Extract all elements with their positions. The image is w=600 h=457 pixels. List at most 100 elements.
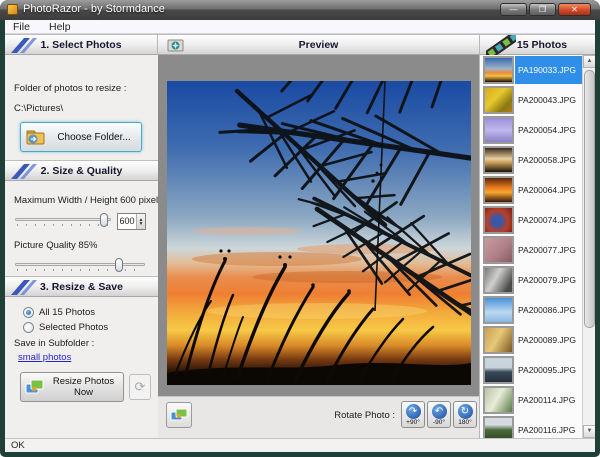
photo-filename-box[interactable]: PA200095.JPG (515, 356, 582, 384)
photo-thumbnail[interactable] (483, 206, 514, 234)
radio-button-icon[interactable] (23, 322, 34, 333)
scrollbar[interactable]: ▲ ▼ (582, 55, 595, 438)
photo-thumbnail[interactable] (483, 86, 514, 114)
photo-filename-box[interactable]: PA200064.JPG (515, 176, 582, 204)
slider-track[interactable] (15, 218, 111, 221)
header-photo-count: 15 Photos (480, 34, 595, 55)
choose-folder-button[interactable]: Choose Folder... (20, 122, 142, 152)
radio-selected-photos[interactable]: Selected Photos (23, 322, 108, 333)
photo-thumbnail[interactable] (483, 326, 514, 354)
photo-filename-box[interactable]: PA200086.JPG (515, 296, 582, 324)
menu-bar: File Help (5, 20, 595, 34)
refresh-button[interactable]: ⟳ (129, 374, 151, 400)
photo-thumbnail[interactable] (483, 296, 514, 324)
photo-list-item[interactable]: PA200116.JPG (480, 415, 582, 438)
menu-file[interactable]: File (5, 20, 38, 34)
radio-all-photos[interactable]: All 15 Photos (23, 307, 95, 318)
app-window: PhotoRazor - by Stormdance — ❐ ✕ File He… (0, 0, 600, 457)
rotate-plus90-label: +90° (402, 419, 424, 426)
maximize-button[interactable]: ❐ (529, 3, 556, 16)
photo-list-item[interactable]: PA200074.JPG (480, 205, 582, 235)
photo-filename: PA200089.JPG (515, 335, 576, 345)
app-icon (7, 4, 18, 15)
spinner-arrows-icon[interactable]: ▲▼ (136, 214, 145, 229)
menu-help[interactable]: Help (41, 20, 79, 34)
section-title: 2. Size & Quality (5, 165, 158, 177)
photo-list-item[interactable]: PA200079.JPG (480, 265, 582, 295)
max-size-value[interactable]: 600 (118, 214, 136, 229)
photo-filename: PA200074.JPG (515, 215, 576, 225)
photo-filename-box[interactable]: PA200074.JPG (515, 206, 582, 234)
quality-slider[interactable] (15, 258, 145, 272)
scroll-up-icon[interactable]: ▲ (583, 55, 595, 68)
photo-filename: PA200064.JPG (515, 185, 576, 195)
max-size-slider[interactable] (15, 213, 111, 227)
scrollbar-thumb[interactable] (584, 70, 595, 328)
photo-filename-box[interactable]: PA200079.JPG (515, 266, 582, 294)
section-title: 3. Resize & Save (5, 281, 158, 293)
slider-thumb[interactable] (100, 213, 108, 227)
photo-thumbnail[interactable] (483, 146, 514, 174)
photo-thumbnail-image (485, 238, 512, 262)
photo-filename-box[interactable]: PA200054.JPG (515, 116, 582, 144)
photo-filename-box[interactable]: PA200043.JPG (515, 86, 582, 114)
photo-list-item[interactable]: PA200077.JPG (480, 235, 582, 265)
photo-thumbnail[interactable] (483, 386, 514, 414)
photo-filename-box[interactable]: PA200058.JPG (515, 146, 582, 174)
rotate-minus90-button[interactable]: ↶ -90° (427, 401, 451, 428)
minimize-button[interactable]: — (500, 3, 527, 16)
photo-filename: PA200114.JPG (515, 395, 575, 405)
photo-list-item[interactable]: PA200054.JPG (480, 115, 582, 145)
photo-list-item[interactable]: PA200064.JPG (480, 175, 582, 205)
preview-toolbar: Rotate Photo : ↷ +90° ↶ -90° ↻ 180° (158, 396, 480, 438)
radio-button-icon[interactable] (23, 307, 34, 318)
preview-photo[interactable] (167, 81, 471, 385)
photo-list-item[interactable]: PA200095.JPG (480, 355, 582, 385)
subfolder-link[interactable]: small photos (18, 352, 71, 363)
photo-thumbnail-image (485, 298, 512, 322)
title-bar[interactable]: PhotoRazor - by Stormdance — ❐ ✕ (0, 0, 600, 20)
rotate-plus90-button[interactable]: ↷ +90° (401, 401, 425, 428)
photo-filename: PA200054.JPG (515, 125, 576, 135)
photo-thumbnail[interactable] (483, 176, 514, 204)
rotate-180-button[interactable]: ↻ 180° (453, 401, 477, 428)
photo-filename-box[interactable]: PA200089.JPG (515, 326, 582, 354)
photo-list-item[interactable]: PA200043.JPG (480, 85, 582, 115)
photo-filename-box[interactable]: PA200116.JPG (515, 416, 582, 438)
photo-filename: PA200095.JPG (515, 365, 576, 375)
rotate-180-label: 180° (454, 419, 476, 426)
header-resize-save: 3. Resize & Save (5, 276, 158, 297)
close-button[interactable]: ✕ (558, 3, 591, 16)
scroll-down-icon[interactable]: ▼ (583, 425, 595, 438)
photo-thumbnail[interactable] (483, 56, 514, 84)
photo-list-item[interactable]: PA200058.JPG (480, 145, 582, 175)
photo-thumbnail[interactable] (483, 356, 514, 384)
photo-thumbnail-image (485, 58, 512, 82)
photo-thumbnail[interactable] (483, 266, 514, 294)
status-text: OK (11, 440, 25, 451)
photo-thumbnail[interactable] (483, 116, 514, 144)
max-size-spinbox[interactable]: 600 ▲▼ (117, 213, 146, 230)
photo-thumbnail[interactable] (483, 236, 514, 264)
header-preview: Preview (158, 34, 480, 55)
photo-list-item[interactable]: PA200114.JPG (480, 385, 582, 415)
photo-list-item[interactable]: PA200086.JPG (480, 295, 582, 325)
slider-thumb[interactable] (115, 258, 123, 272)
photo-filename-box[interactable]: PA200114.JPG (515, 386, 582, 414)
photos-stack-icon (170, 407, 188, 423)
photo-filename-box[interactable]: PA200077.JPG (515, 236, 582, 264)
max-size-label: Maximum Width / Height 600 pixels (14, 195, 163, 206)
rotate-photo-label: Rotate Photo : (334, 410, 395, 421)
slider-track[interactable] (15, 263, 145, 266)
photo-thumbnail[interactable] (483, 416, 514, 438)
photo-list-item[interactable]: PA190033.JPG (480, 55, 582, 85)
section-title: 1. Select Photos (5, 39, 157, 51)
photo-filename: PA200086.JPG (515, 305, 576, 315)
settings-panel: Folder of photos to resize : C:\Pictures… (5, 55, 158, 438)
slider-ticks (17, 224, 109, 226)
photo-list-item[interactable]: PA200089.JPG (480, 325, 582, 355)
photo-thumbnail-image (485, 268, 512, 292)
photo-filename-box[interactable]: PA190033.JPG (515, 56, 582, 84)
resize-photos-button[interactable]: Resize Photos Now (20, 372, 124, 402)
slideshow-button[interactable] (166, 402, 192, 428)
